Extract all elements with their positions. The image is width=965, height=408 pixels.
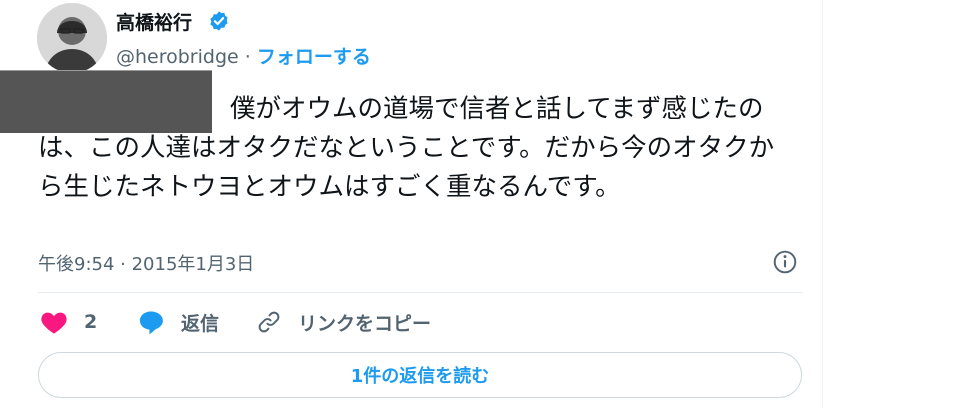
author-handle[interactable]: @herobridge	[116, 46, 239, 68]
redaction-box	[0, 70, 212, 133]
tweet-card: 高橋裕行 @herobridge · フォローする 僕がオウムの道場で信者と話し…	[0, 0, 823, 408]
like-count: 2	[84, 311, 98, 333]
read-replies-button[interactable]: 1件の返信を読む	[38, 352, 802, 398]
copy-link-label: リンクをコピー	[298, 312, 432, 335]
tweet-timestamp[interactable]: 午後9:54 · 2015年1月3日	[38, 250, 254, 276]
avatar[interactable]	[37, 3, 107, 73]
follow-button[interactable]: フォローする	[257, 46, 371, 68]
link-icon	[258, 311, 280, 333]
copy-link-button[interactable]: リンクをコピー	[256, 304, 431, 340]
verified-badge-icon	[210, 11, 228, 31]
handle-row: @herobridge · フォローする	[116, 42, 371, 69]
reply-button[interactable]: 返信	[137, 304, 219, 340]
heart-icon	[41, 312, 67, 334]
handle-separator: ·	[238, 46, 257, 68]
user-avatar	[37, 3, 107, 73]
info-icon[interactable]	[772, 249, 798, 275]
reply-label: 返信	[181, 312, 220, 335]
speech-bubble-icon	[139, 311, 163, 335]
author-name[interactable]: 高橋裕行	[116, 8, 192, 35]
like-button[interactable]: 2	[40, 304, 97, 340]
divider	[38, 292, 803, 293]
